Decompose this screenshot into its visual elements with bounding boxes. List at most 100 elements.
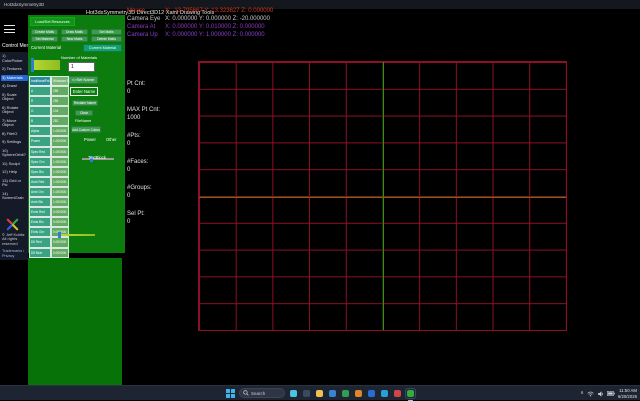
number-of-materials-input[interactable]: 1 [68,62,95,72]
taskbar-search[interactable]: Search [239,388,285,398]
stat-block: #Faces: 0 [127,158,160,174]
taskbar: Search ∧ [0,385,640,400]
current-material-button[interactable]: Current Material [83,44,122,52]
hamburger-menu-icon[interactable] [4,25,15,33]
info-line: MouseX: -13.795667 Y: 13.323627 Z: 0.000… [127,7,273,15]
color-table-row[interactable]: Dif Blue 0.000000 [29,248,69,258]
power-label: Power [84,137,96,142]
y-axis-line [383,62,384,330]
viewport-grid[interactable] [198,61,567,331]
number-of-materials-label: Number of Materials [61,55,97,60]
other-label: Other [106,137,116,142]
new-matls-button[interactable]: New Matls [61,36,88,42]
sidebar: 1) ColorPicker 2) Textures 3) Materials … [0,52,28,260]
stat-block: Sel Pt: 0 [127,210,160,226]
set-matls-button[interactable]: Set Matls [91,29,122,35]
sidebar-item[interactable]: 14) ScreenGrab [1,191,28,202]
sidebar-item[interactable]: 5) Scale Object [1,92,28,103]
pin-app-icon[interactable] [393,389,402,398]
icon-glyph [355,390,362,397]
stat-block: MAX Pt Cnt: 1000 [127,106,160,122]
search-icon [243,390,249,396]
clear-button[interactable]: Clear [75,110,93,116]
sidebar-item[interactable]: 11) Sculpt [1,161,28,168]
icon-glyph [394,390,401,397]
slider-knob[interactable] [31,66,34,72]
window-titlebar: Hot3dxSymmetry3D [0,0,640,9]
system-tray: ∧ 11:50 AM 6/20/2025 [580,386,637,401]
color-table-row[interactable]: Alpha 1.000000 [29,126,69,136]
color-table-row[interactable]: Amb Red 1.000000 [29,177,69,187]
sidebar-item[interactable]: 6) Rotate Object [1,105,28,116]
enter-name-field[interactable]: Enter Name [70,87,98,96]
color-table-row[interactable]: Spec Grn 1.000000 [29,157,69,167]
task-view-icon[interactable] [302,389,311,398]
sidebar-item[interactable]: 3) Materials [1,75,28,82]
color-table-row[interactable]: Amb Blu 1.000000 [29,197,69,207]
clock-app-icon[interactable] [380,389,389,398]
color-table-row[interactable]: Emis Blu 0.000000 [29,217,69,227]
icon-glyph [316,390,323,397]
reclaim-name-button[interactable]: Reclaim Name [72,100,98,106]
search-label: Search [251,391,265,396]
volume-icon[interactable] [597,391,604,397]
materials-tab[interactable]: Load/Set Resources [30,17,75,26]
battery-icon[interactable] [607,391,615,396]
filename-label: FileName [75,119,91,123]
x-axis-line [199,197,566,198]
color-table-row[interactable]: Power 1.000000 [29,136,69,146]
wifi-icon[interactable] [587,391,594,397]
start-button[interactable] [225,388,235,398]
viewport-info-lines: MouseX: -13.795667 Y: 13.323627 Z: 0.000… [127,7,273,39]
info-line: Camera UpX: 0.000000 Y: 1.000000 Z: 0.00… [127,31,273,39]
blue-app-icon[interactable] [367,389,376,398]
copyright-text: © Jeff Kubitz All rights reserved [2,233,27,247]
sidebar-item[interactable]: 7) Move Object [1,118,28,129]
delete-matls-button[interactable]: Delete Matls [91,36,122,42]
textblock-label: TextBlock [88,155,106,160]
sidebar-item[interactable]: 8) FileIO [1,131,28,138]
create-matls-button[interactable]: Create Matls [31,29,58,35]
color-table-row[interactable]: Spec Red 1.000000 [29,147,69,157]
window-title: Hot3dxSymmetry3D [4,2,44,7]
footer-logo-icon [6,218,19,231]
sidebar-item[interactable]: 9) Settings [1,139,28,146]
sidebar-item[interactable]: 4) Draw! [1,83,28,90]
sidebar-item[interactable]: 10) SphereOrbit? [1,148,28,159]
table-slider[interactable] [58,234,95,236]
icon-glyph [303,390,310,397]
tray-chevron-icon[interactable]: ∧ [580,391,584,396]
color-table-row[interactable]: G 104 [29,106,69,116]
set-material-button[interactable]: Set Material [31,36,58,42]
stat-block: #Pts: 0 [127,132,160,148]
slider-alpha[interactable] [31,68,60,70]
sidebar-item[interactable]: 12) Help [1,169,28,176]
color-table-row[interactable]: Emis Red 0.000000 [29,207,69,217]
draw-matls-button[interactable]: Draw Matls [61,29,88,35]
color-table-row[interactable]: Amb Grn 1.000000 [29,187,69,197]
green-app-icon[interactable] [341,389,350,398]
icon-glyph [368,390,375,397]
sidebar-item[interactable]: 2) Textures [1,66,28,73]
color-table-row[interactable]: B 252 [29,116,69,126]
edge-browser-icon[interactable] [328,389,337,398]
taskbar-clock[interactable]: 11:50 AM 6/20/2025 [618,388,637,399]
table-slider-knob[interactable] [58,232,61,238]
add-custom-colors-button[interactable]: Add Custom Colors [71,126,101,133]
color-table-row[interactable]: Dif Red 0.000000 [29,237,69,247]
copilot-icon[interactable] [289,389,298,398]
trademarks-privacy-links[interactable]: Trademarks / Privacy [2,249,27,258]
sidebar-item[interactable]: 1) ColorPicker [1,53,28,64]
orange-app-icon[interactable] [354,389,363,398]
color-table-row[interactable]: R 255 [29,96,69,106]
file-explorer-icon[interactable] [315,389,324,398]
icon-glyph [381,390,388,397]
viewport-stats: Pt Cnt: 0 MAX Pt Cnt: 1000 #Pts: 0 #Face… [127,80,160,236]
color-table-row[interactable]: Spec Blu 1.000000 [29,167,69,177]
icon-glyph [290,390,297,397]
color-table-row[interactable]: A 255 [29,86,69,96]
sidebar-item[interactable]: 13) Grid or Pic [1,178,28,189]
hot3dx-app-icon[interactable] [406,389,415,398]
color-value-table: traditionalPal Windows Pal A 255 R 255 G… [29,76,69,268]
set-name-button[interactable]: <>Set Name [68,76,98,84]
